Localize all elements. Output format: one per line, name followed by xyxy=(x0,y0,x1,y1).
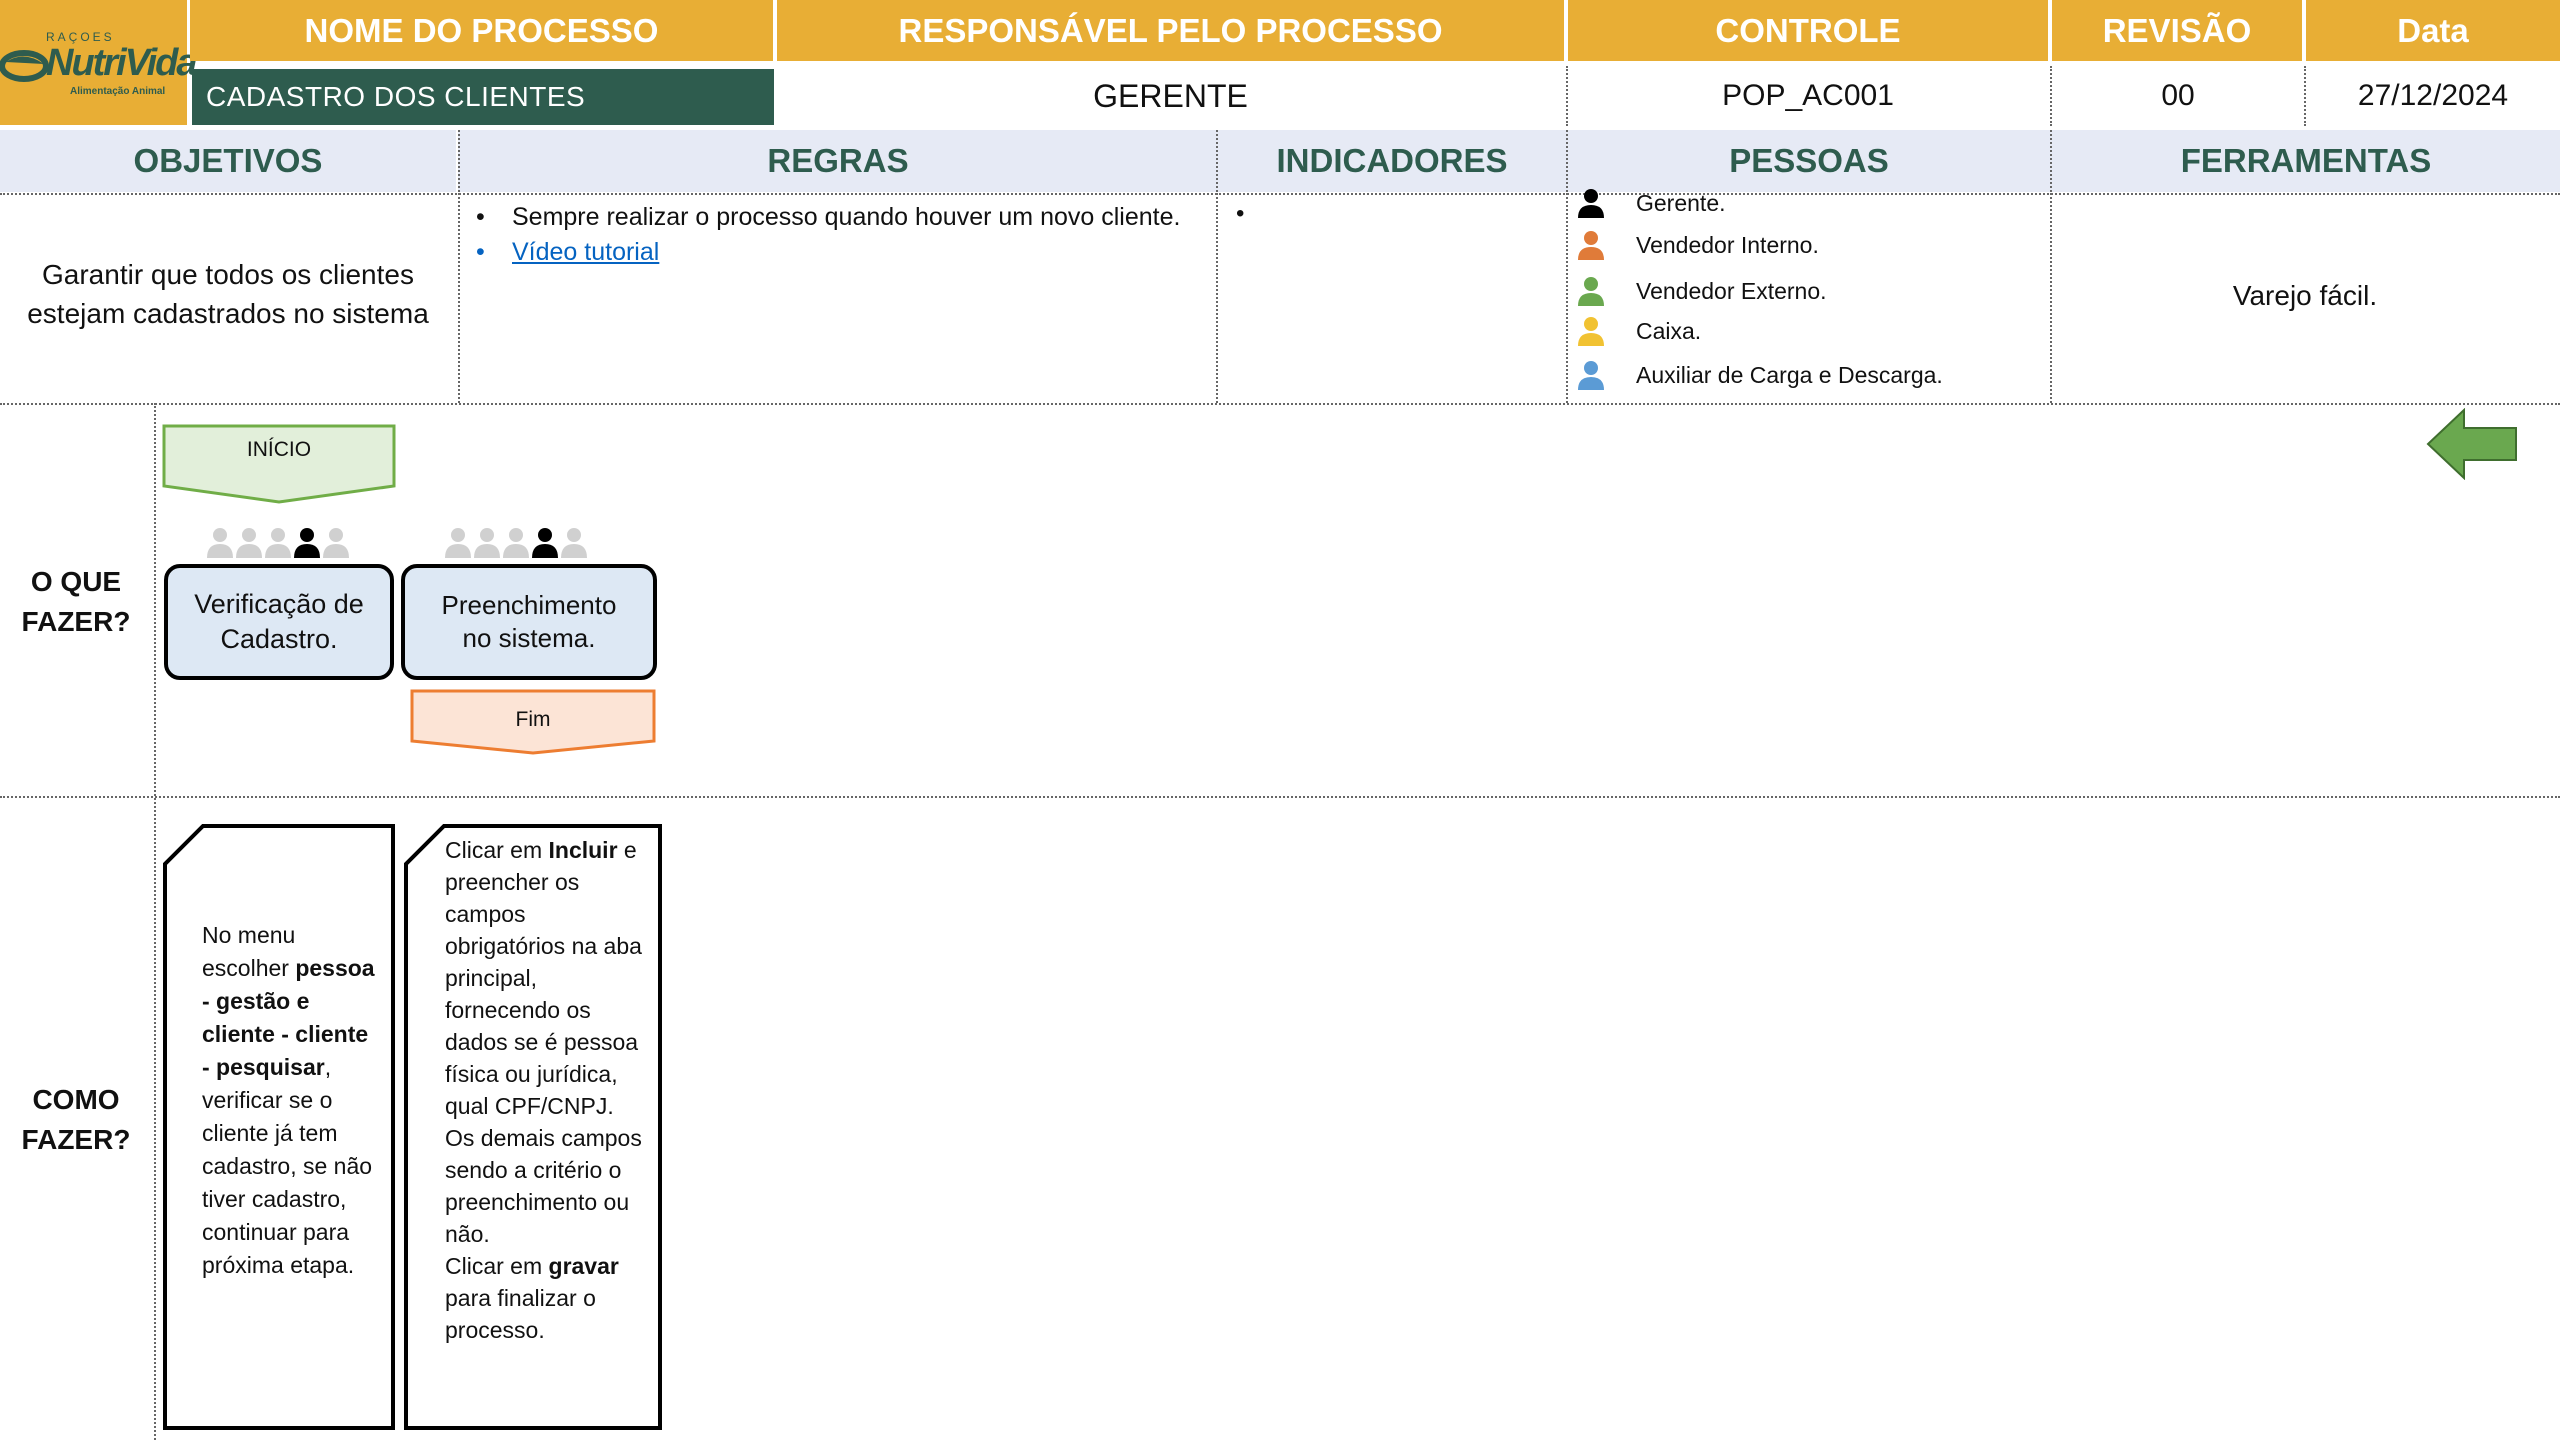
pessoa-label: Caixa. xyxy=(1636,317,1702,344)
regras-rule-1: Sempre realizar o processo quando houver… xyxy=(512,203,1181,231)
bullet: • xyxy=(476,238,485,266)
card-2-text-e: Clicar em xyxy=(445,1253,549,1279)
header-controle-label: CONTROLE xyxy=(1568,0,2048,61)
o-que-fazer-label: O QUE FAZER? xyxy=(0,562,152,642)
person-icon xyxy=(1578,317,1604,346)
pessoa-label: Gerente. xyxy=(1636,189,1726,216)
pessoa-label: Vendedor Externo. xyxy=(1636,277,1827,304)
card-2-text-final: Clicar em gravar para finalizar o proces… xyxy=(445,1250,645,1346)
pessoas-list: Gerente. Vendedor Interno. Vendedor Extern… xyxy=(1576,186,2046,392)
person-icon xyxy=(474,528,500,558)
regras-item: • Sempre realizar o processo quando houv… xyxy=(476,200,1196,235)
person-icon xyxy=(323,528,349,558)
ferramentas-text: Varejo fácil. xyxy=(2232,280,2378,311)
header-revisao-label: REVISÃO xyxy=(2052,0,2302,61)
person-icon xyxy=(561,528,587,558)
person-icon xyxy=(1578,189,1604,218)
objetivos-text: Garantir que todos os clientes estejam c… xyxy=(27,259,429,329)
back-arrow-icon[interactable] xyxy=(2426,408,2518,480)
como-fazer-label-line2: FAZER? xyxy=(21,1124,131,1155)
data-value: 27/12/2024 xyxy=(2304,66,2560,126)
header-responsavel-label: RESPONSÁVEL PELO PROCESSO xyxy=(777,0,1564,61)
pessoa-label: Vendedor Interno. xyxy=(1636,231,1819,258)
como-fazer-label-line1: COMO xyxy=(32,1084,120,1115)
step-2-text-line2: no sistema. xyxy=(462,623,596,653)
person-icon xyxy=(445,528,471,558)
step-1-people-icon xyxy=(207,528,349,558)
pessoa-item: Gerente. xyxy=(1576,186,2046,220)
card-2-text-c: e preencher os campos obrigatórios na ab… xyxy=(445,837,642,1119)
person-icon xyxy=(207,528,233,558)
info-row-top-border xyxy=(0,193,2560,195)
person-icon xyxy=(236,528,262,558)
indicadores-column-divider xyxy=(1216,193,1218,403)
o-que-fazer-label-line1: O QUE xyxy=(30,566,122,597)
header-data-label: Data xyxy=(2306,0,2560,61)
o-que-fazer-top-border xyxy=(0,403,2560,405)
logo-sub-text: Alimentação Animal xyxy=(70,86,166,97)
card-2-text-bold-1: Incluir xyxy=(548,837,618,863)
step-preenchimento-sistema[interactable]: Preenchimento no sistema. xyxy=(401,564,657,680)
person-icon xyxy=(265,528,291,558)
responsavel-value: GERENTE xyxy=(777,66,1564,126)
como-fazer-label: COMO FAZER? xyxy=(0,1080,152,1160)
section-indicadores: INDICADORES xyxy=(1216,130,1566,192)
section-pessoas: PESSOAS xyxy=(1566,130,2050,192)
card-2-text-a: Clicar em xyxy=(445,837,549,863)
person-icon xyxy=(1578,277,1604,306)
o-que-fazer-label-line2: FAZER? xyxy=(21,606,131,637)
regras-list: • Sempre realizar o processo quando houv… xyxy=(476,200,1196,270)
pessoa-item: Vendedor Interno. xyxy=(1576,228,2046,262)
logo-brand-text: NutriVida xyxy=(46,42,197,84)
revisao-value: 00 xyxy=(2050,66,2304,126)
video-tutorial-link[interactable]: Vídeo tutorial xyxy=(512,235,659,270)
person-icon xyxy=(294,528,320,558)
pessoas-column-divider xyxy=(1566,193,1568,403)
regras-item-link: • Vídeo tutorial xyxy=(476,235,1196,270)
inicio-label: INÍCIO xyxy=(246,438,312,461)
card-2-text-bold-2: gravar xyxy=(548,1253,619,1279)
pessoa-item: Caixa. xyxy=(1576,314,2046,348)
card-2-text: Clicar em Incluir e preencher os campos … xyxy=(445,834,645,1346)
como-fazer-top-border xyxy=(0,796,2560,798)
pessoa-label: Auxiliar de Carga e Descarga. xyxy=(1636,361,1943,388)
card-1-text-c: , verificar se o cliente já tem cadastro… xyxy=(202,1054,373,1278)
section-objetivos: OBJETIVOS xyxy=(0,130,456,192)
bullet: • xyxy=(476,203,485,231)
person-icon xyxy=(503,528,529,558)
company-logo: RAÇOES NutriVida Alimentação Animal xyxy=(0,0,197,125)
section-ferramentas: FERRAMENTAS xyxy=(2050,130,2560,192)
step-2-text-line1: Preenchimento xyxy=(441,590,617,620)
controle-value: POP_AC001 xyxy=(1566,66,2048,126)
card-2-text-d: Os demais campos sendo a critério o pree… xyxy=(445,1125,642,1247)
card-1-text: No menu escolher pessoa - gestão e clien… xyxy=(202,919,382,1282)
indicadores-bullet: • xyxy=(1236,200,1244,228)
step-1-text-line1: Verificação de xyxy=(194,589,364,619)
person-icon xyxy=(1578,231,1604,260)
pessoa-item: Auxiliar de Carga e Descarga. xyxy=(1576,358,2046,392)
process-name-value: CADASTRO DOS CLIENTES xyxy=(192,69,774,125)
fim-label: Fim xyxy=(515,708,551,731)
card-2-text-g: para finalizar o processo. xyxy=(445,1285,596,1343)
bullet: • xyxy=(1236,200,1245,227)
section-regras: REGRAS xyxy=(458,130,1216,192)
person-icon xyxy=(1578,361,1604,390)
left-label-column-divider xyxy=(154,403,156,1440)
inicio-shape xyxy=(162,424,396,504)
pessoa-item: Vendedor Externo. xyxy=(1576,274,2046,308)
regras-column-divider xyxy=(458,193,460,403)
step-2-people-icon xyxy=(445,528,587,558)
step-1-text-line2: Cadastro. xyxy=(220,624,338,654)
person-icon xyxy=(532,528,558,558)
step-verificacao-cadastro[interactable]: Verificação de Cadastro. xyxy=(164,564,394,680)
header-nome-label: NOME DO PROCESSO xyxy=(190,0,773,61)
card-1-text-a: No menu escolher xyxy=(202,922,296,981)
